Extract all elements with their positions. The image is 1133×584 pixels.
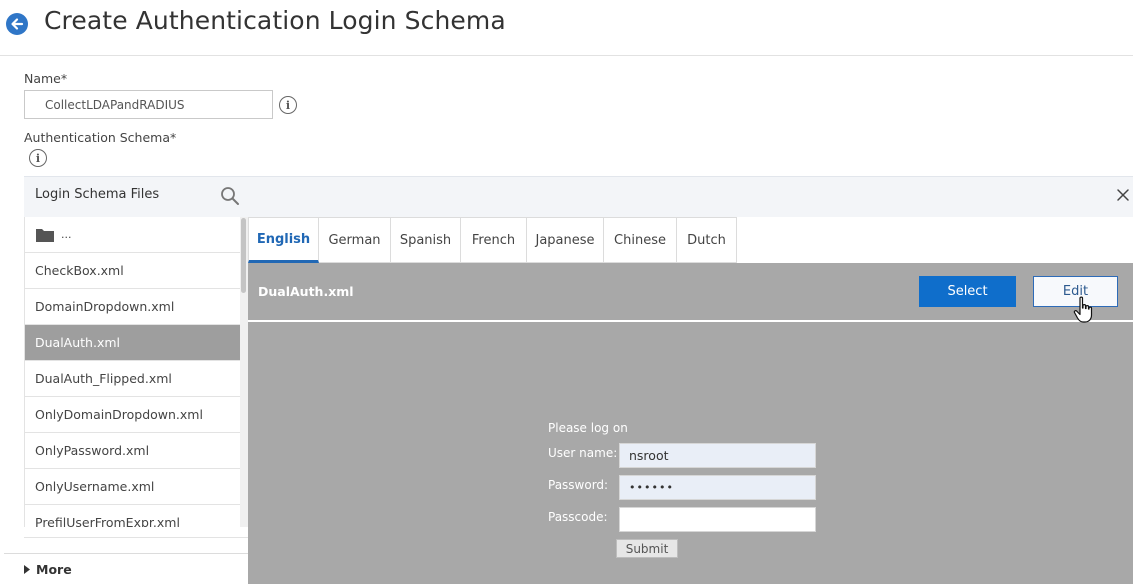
header-divider (0, 55, 1133, 56)
file-item-label: CheckBox.xml (35, 263, 124, 278)
folder-icon (36, 228, 54, 242)
username-field[interactable]: nsroot (619, 443, 816, 468)
file-item[interactable]: OnlyUsername.xml (25, 469, 240, 505)
file-item-label: OnlyDomainDropdown.xml (35, 407, 203, 422)
submit-button[interactable]: Submit (616, 539, 678, 558)
file-item[interactable]: DualAuth_Flipped.xml (25, 361, 240, 397)
page-title: Create Authentication Login Schema (44, 6, 506, 35)
preview-toolbar: DualAuth.xml Select Edit (248, 263, 1133, 320)
close-icon[interactable] (1116, 187, 1130, 201)
more-label: More (36, 561, 72, 577)
password-field[interactable]: •••••• (619, 475, 816, 500)
file-item[interactable]: CheckBox.xml (25, 253, 240, 289)
login-heading: Please log on (548, 421, 628, 435)
file-item-label: DualAuth_Flipped.xml (35, 371, 172, 386)
schema-label: Authentication Schema* (24, 130, 177, 145)
file-item[interactable]: DomainDropdown.xml (25, 289, 240, 325)
caret-right-icon (24, 564, 30, 574)
file-item[interactable]: PrefilUserFromExpr.xml (25, 505, 240, 527)
tab-japanese[interactable]: Japanese (527, 217, 604, 263)
language-tabs: English German Spanish French Japanese C… (248, 217, 737, 263)
file-item[interactable]: OnlyPassword.xml (25, 433, 240, 469)
name-info-icon[interactable]: i (279, 96, 297, 114)
more-toggle[interactable]: More (4, 553, 248, 584)
preview-file-name: DualAuth.xml (258, 284, 354, 299)
file-item-label: PrefilUserFromExpr.xml (35, 515, 180, 527)
password-label: Password: (548, 478, 609, 492)
tab-chinese[interactable]: Chinese (604, 217, 677, 263)
file-item-label: OnlyPassword.xml (35, 443, 150, 458)
schema-preview: Please log on User name: nsroot Password… (248, 322, 1133, 584)
file-item-parent-folder[interactable]: ... (25, 217, 240, 253)
hand-pointer-icon (1073, 296, 1095, 324)
tab-french[interactable]: French (461, 217, 527, 263)
passcode-label: Passcode: (548, 510, 608, 524)
file-item-label: DualAuth.xml (35, 335, 120, 350)
tab-spanish[interactable]: Spanish (391, 217, 461, 263)
file-item-label: ... (61, 228, 72, 241)
schema-info-icon[interactable]: i (29, 149, 47, 167)
arrow-left-icon (11, 18, 24, 30)
file-list-scroll-thumb[interactable] (241, 218, 246, 293)
name-input[interactable] (24, 90, 273, 119)
tab-german[interactable]: German (319, 217, 391, 263)
file-list[interactable]: ... CheckBox.xml DomainDropdown.xml Dual… (24, 217, 240, 527)
file-item[interactable]: OnlyDomainDropdown.xml (25, 397, 240, 433)
file-item-label: DomainDropdown.xml (35, 299, 175, 314)
panel-header: Login Schema Files (24, 176, 1133, 217)
file-item-label: OnlyUsername.xml (35, 479, 155, 494)
select-button[interactable]: Select (919, 276, 1016, 307)
tab-english[interactable]: English (248, 217, 319, 263)
passcode-field[interactable] (619, 507, 816, 532)
name-label: Name* (24, 71, 68, 86)
username-label: User name: (548, 446, 618, 460)
tab-dutch[interactable]: Dutch (677, 217, 737, 263)
list-divider (24, 537, 248, 538)
panel-title: Login Schema Files (35, 187, 160, 202)
back-button[interactable] (6, 13, 28, 35)
search-icon[interactable] (220, 186, 240, 206)
file-item-selected[interactable]: DualAuth.xml (25, 325, 240, 361)
